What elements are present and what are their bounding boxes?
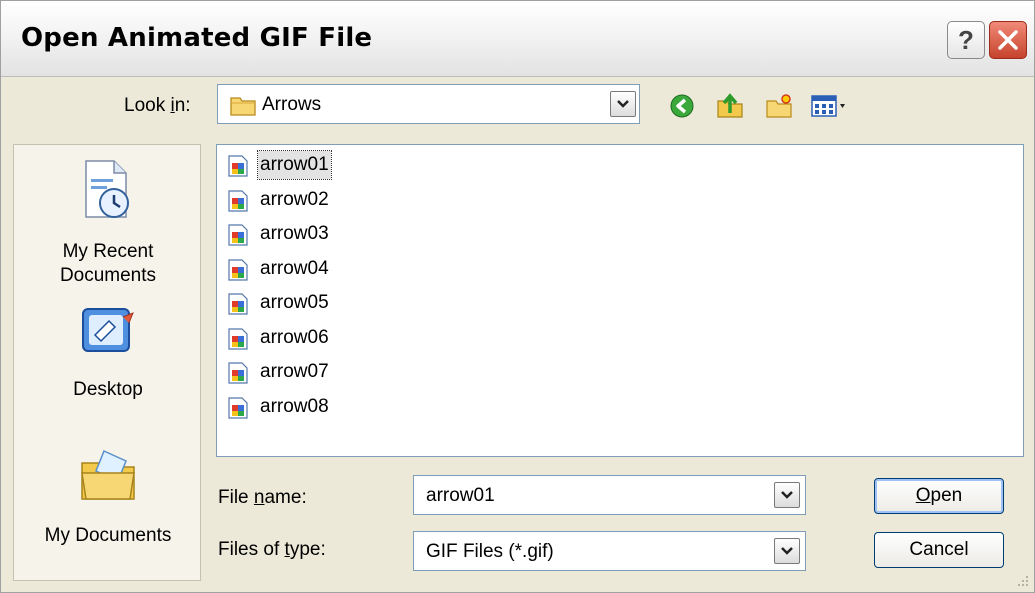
gif-file-icon	[228, 362, 248, 384]
recent-documents-icon	[85, 160, 129, 218]
cancel-button[interactable]: Cancel	[874, 532, 1004, 568]
gif-file-icon	[228, 155, 248, 177]
look-in-label: Look in:	[124, 95, 191, 116]
place-label: My Documents	[44, 525, 172, 546]
files-of-type-dropdown-button[interactable]	[774, 538, 800, 564]
file-name-dropdown-button[interactable]	[774, 482, 800, 508]
back-icon[interactable]	[669, 93, 695, 119]
place-label-line2: Documents	[59, 265, 157, 286]
gif-file-icon	[228, 396, 248, 419]
look-in-combobox[interactable]: Arrows	[217, 84, 640, 124]
file-name-text: arrow06	[260, 326, 329, 348]
open-button[interactable]: Open	[874, 478, 1004, 514]
gif-file-icon	[228, 224, 248, 246]
files-of-type-label: Files of type:	[218, 539, 326, 560]
gif-file-icon	[228, 293, 248, 315]
gif-file-icon	[228, 327, 248, 350]
my-documents-icon	[81, 449, 135, 500]
new-folder-icon[interactable]	[765, 93, 793, 119]
file-name-text: arrow03	[260, 223, 329, 244]
place-desktop[interactable]: Desktop	[14, 303, 202, 402]
places-bar: My Recent Documents Desktop My Documents	[13, 144, 201, 581]
place-label-line1: My Recent	[62, 241, 154, 262]
place-my-documents[interactable]: My Documents	[14, 447, 202, 548]
look-in-value: Arrows	[262, 94, 322, 115]
place-my-recent-documents[interactable]: My Recent Documents	[14, 159, 202, 288]
gif-file-icon	[228, 189, 248, 212]
resize-grip-icon[interactable]	[1016, 574, 1030, 588]
file-list[interactable]: arrow01 arrow02 arrow03 arrow04 arrow05 arrow…	[216, 144, 1024, 457]
folder-icon	[230, 97, 256, 116]
chevron-down-icon	[781, 547, 793, 555]
title-bar[interactable]: Open Animated GIF File ?	[1, 1, 1034, 77]
file-name-text: arrow02	[260, 188, 329, 210]
up-folder-icon[interactable]	[716, 91, 744, 119]
files-of-type-value: GIF Files (*.gif)	[426, 541, 554, 562]
file-name-text: arrow01	[257, 150, 332, 180]
chevron-down-icon	[617, 100, 629, 108]
file-name-label: File name:	[218, 487, 307, 508]
close-button[interactable]	[989, 21, 1027, 59]
files-of-type-combobox[interactable]: GIF Files (*.gif)	[413, 531, 806, 571]
help-button[interactable]: ?	[947, 21, 985, 59]
file-name-text: arrow04	[260, 257, 329, 279]
file-name-input[interactable]: arrow01	[426, 485, 495, 507]
place-label: Desktop	[73, 379, 143, 400]
file-name-text: arrow07	[260, 361, 329, 382]
file-name-combobox[interactable]: arrow01	[413, 475, 806, 515]
chevron-down-icon	[781, 491, 793, 499]
gif-file-icon	[228, 258, 248, 281]
close-icon	[998, 30, 1018, 50]
file-name-text: arrow08	[260, 395, 329, 417]
open-file-dialog: Open Animated GIF File ? Look in: Arrows	[0, 0, 1035, 593]
look-in-dropdown-button[interactable]	[610, 91, 636, 117]
file-name-text: arrow05	[260, 292, 329, 313]
views-menu-icon[interactable]	[811, 93, 851, 119]
dialog-title: Open Animated GIF File	[21, 23, 373, 53]
desktop-icon	[82, 308, 134, 352]
